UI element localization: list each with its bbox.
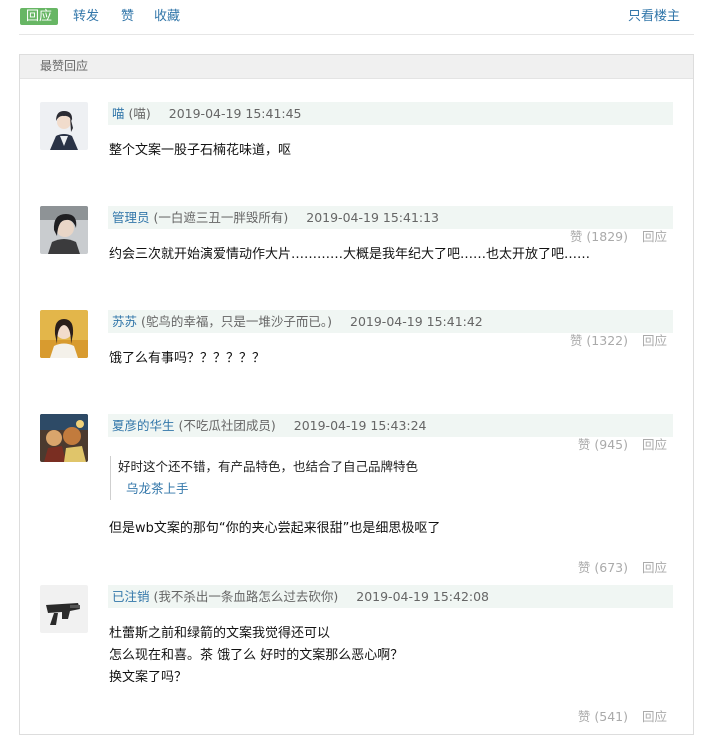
reply-button[interactable]: 回应 — [642, 229, 667, 244]
comment-meta: 苏苏 (鸵鸟的幸福，只是一堆沙子而已。) 2019-04-19 15:41:42 — [108, 310, 673, 333]
quoted-user-link[interactable]: 乌龙茶上手 — [126, 478, 658, 500]
tab-like[interactable]: 赞 — [121, 8, 134, 25]
like-button[interactable]: 赞 (1322) — [570, 333, 628, 348]
comment-meta: 喵 (喵) 2019-04-19 15:41:45 — [108, 102, 673, 125]
like-button[interactable]: 赞 (1829) — [570, 229, 628, 244]
quoted-text: 好时这个还不错，有产品特色，也结合了自己品牌特色 — [118, 459, 419, 474]
user-signature: (我不杀出一条血路怎么过去砍你) — [153, 589, 339, 604]
post-action-bar: 回应 转发 赞 收藏 只看楼主 — [19, 0, 694, 35]
comment-actions: 赞 (541) 回应 — [578, 706, 667, 725]
comment-time: 2019-04-19 15:41:13 — [306, 210, 440, 225]
reply-button[interactable]: 回应 — [642, 560, 667, 575]
username-link[interactable]: 喵 — [112, 106, 125, 121]
user-signature: (不吃瓜社团成员) — [178, 418, 276, 433]
only-author-link[interactable]: 只看楼主 — [628, 8, 680, 25]
tab-collect[interactable]: 收藏 — [154, 8, 180, 25]
panel-title: 最赞回应 — [20, 55, 693, 79]
username-link[interactable]: 管理员 — [112, 210, 150, 225]
comment-text: 杜蕾斯之前和绿箭的文案我觉得还可以 怎么现在和喜。茶 饿了么 好时的文案那么恶心… — [109, 623, 669, 689]
comment-time: 2019-04-19 15:41:45 — [168, 106, 302, 121]
avatar[interactable] — [40, 414, 88, 462]
tab-reply[interactable]: 回应 — [20, 8, 59, 25]
reply-button[interactable]: 回应 — [642, 437, 667, 452]
reply-button[interactable]: 回应 — [642, 333, 667, 348]
like-button[interactable]: 赞 (945) — [578, 437, 628, 452]
tab-forward[interactable]: 转发 — [73, 8, 99, 25]
comment-line: 怎么现在和喜。茶 饿了么 好时的文案那么恶心啊？ — [109, 648, 404, 663]
comment-text: 整个文案一股子石楠花味道，呕 — [109, 140, 669, 162]
comment-meta: 已注销 (我不杀出一条血路怎么过去砍你) 2019-04-19 15:42:08 — [108, 585, 673, 608]
comment-line: 饿了么有事吗？？？？？？ — [109, 351, 266, 366]
username-link[interactable]: 夏彦的华生 — [112, 418, 175, 433]
comment-line: 约会三次就开始演爱情动作大片…………大概是我年纪大了吧……也太开放了吧…… — [109, 247, 591, 262]
user-signature: (喵) — [128, 106, 151, 121]
reply-button[interactable]: 回应 — [642, 709, 667, 724]
quoted-reply: 好时这个还不错，有产品特色，也结合了自己品牌特色 乌龙茶上手 — [110, 456, 658, 500]
comment-time: 2019-04-19 15:42:08 — [356, 589, 490, 604]
best-replies-panel: 最赞回应 喵 (喵) 2019-04-19 15:41:45 整个文案一股子石楠… — [19, 54, 694, 735]
comment-meta: 夏彦的华生 (不吃瓜社团成员) 2019-04-19 15:43:24 — [108, 414, 673, 437]
user-signature: (一白遮三丑一胖毁所有) — [153, 210, 289, 225]
user-signature: (鸵鸟的幸福，只是一堆沙子而已。) — [141, 314, 333, 329]
comment-line: 整个文案一股子石楠花味道，呕 — [109, 143, 292, 158]
comment-meta: 管理员 (一白遮三丑一胖毁所有) 2019-04-19 15:41:13 — [108, 206, 673, 229]
comment-line: 但是wb文案的那句“你的夹心尝起来很甜”也是细思极呕了 — [109, 521, 441, 536]
comment-actions: 赞 (673) 回应 — [578, 557, 667, 576]
comment-time: 2019-04-19 15:43:24 — [293, 418, 427, 433]
avatar[interactable] — [40, 102, 88, 150]
comment-text: 约会三次就开始演爱情动作大片…………大概是我年纪大了吧……也太开放了吧…… — [109, 244, 669, 266]
comment-text: 但是wb文案的那句“你的夹心尝起来很甜”也是细思极呕了 — [109, 518, 669, 540]
like-button[interactable]: 赞 (673) — [578, 560, 628, 575]
avatar[interactable] — [40, 310, 88, 358]
comment-text: 饿了么有事吗？？？？？？ — [109, 348, 669, 370]
username-link[interactable]: 已注销 — [112, 589, 150, 604]
comment-time: 2019-04-19 15:41:42 — [350, 314, 483, 329]
avatar[interactable] — [40, 585, 88, 633]
avatar[interactable] — [40, 206, 88, 254]
comment-line: 换文案了吗？ — [109, 670, 188, 685]
comment-line: 杜蕾斯之前和绿箭的文案我觉得还可以 — [109, 626, 331, 641]
username-link[interactable]: 苏苏 — [112, 314, 137, 329]
like-button[interactable]: 赞 (541) — [578, 709, 628, 724]
